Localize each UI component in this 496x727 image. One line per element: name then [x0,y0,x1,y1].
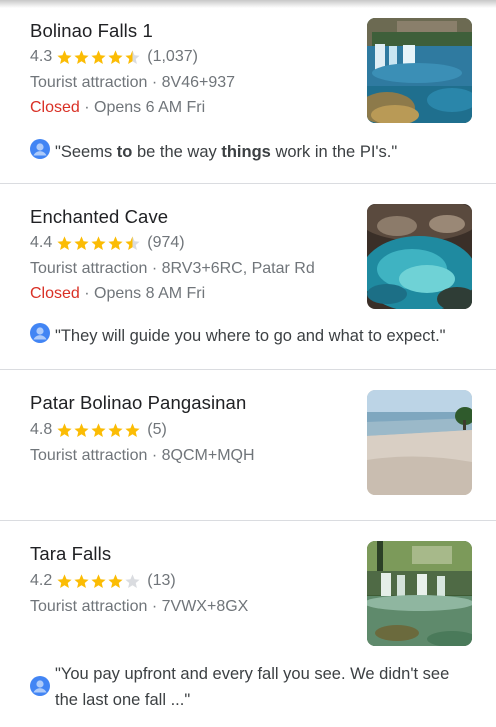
review-count[interactable]: (974) [147,234,184,252]
plus-code: 8QCM+MQH [161,447,255,464]
star-icon [74,235,89,250]
place-name[interactable]: Enchanted Cave [30,206,168,228]
star-icon [108,49,123,64]
review-text-part: work in the PI's." [270,143,398,161]
review-text: "Seems to be the way things work in the … [55,139,397,165]
hours: Closed · Opens 8 AM Fri [30,285,205,303]
star-icon [57,235,72,250]
star-icon [91,422,106,437]
plus-code: 7VWX+8GX [161,598,249,615]
review-text-part: "Seems [55,143,117,161]
avatar-icon [30,676,50,696]
rating-value: 4.8 [30,421,53,438]
review-snippet[interactable]: "You pay upfront and every fall you see.… [30,661,480,713]
review-count[interactable]: (1,037) [147,48,198,66]
place-name[interactable]: Patar Bolinao Pangasinan [30,392,246,414]
review-text: "You pay upfront and every fall you see.… [55,665,450,709]
star-icon [57,49,72,64]
review-count[interactable]: (5) [147,421,167,439]
status-closed: Closed [30,285,80,302]
rating-row: 4.2 (13) [30,572,176,590]
rating-row: 4.8 (5) [30,421,167,439]
place-card-patar-bolinao[interactable]: Patar Bolinao Pangasinan 4.8 (5) Tourist… [0,370,496,521]
place-card-tara-falls[interactable]: Tara Falls 4.2 (13) Tourist attraction ·… [0,521,496,727]
rating-value: 4.4 [30,234,53,251]
beach-photo[interactable] [367,390,472,495]
star-rating [56,49,141,66]
star-rating [56,235,141,252]
rating-row: 4.3 (1,037) [30,48,198,66]
star-icon [74,422,89,437]
star-icon [91,573,106,588]
plus-code: 8RV3+6RC, Patar Rd [161,260,315,277]
review-text-part: be the way [132,143,222,161]
review-highlight: to [116,143,133,161]
star-icon [125,422,140,437]
cave-pool-photo[interactable] [367,204,472,309]
place-name[interactable]: Tara Falls [30,543,111,565]
star-icon [57,422,72,437]
star-icon [74,49,89,64]
place-card-enchanted-cave[interactable]: Enchanted Cave 4.4 (974) Tourist attract… [0,184,496,370]
star-icon [57,573,72,588]
star-icon [125,573,140,588]
separator: · [151,260,158,277]
star-icon [74,573,89,588]
opens-time: · Opens 8 AM Fri [84,285,206,302]
place-details: Tourist attraction · 8V46+937 [30,74,235,92]
category: Tourist attraction [30,598,148,615]
star-icon [91,235,106,250]
category: Tourist attraction [30,74,148,91]
review-highlight: things [221,143,271,161]
place-details: Tourist attraction · 8RV3+6RC, Patar Rd [30,260,315,278]
separator: · [151,74,158,91]
star-icon [108,235,123,250]
place-details: Tourist attraction · 7VWX+8GX [30,598,248,616]
category: Tourist attraction [30,260,148,277]
rating-value: 4.2 [30,572,53,589]
star-icon [108,422,123,437]
rating-value: 4.3 [30,48,53,65]
opens-time: · Opens 6 AM Fri [84,99,206,116]
star-icon [108,573,123,588]
avatar-icon [30,139,50,159]
review-snippet[interactable]: "Seems to be the way things work in the … [30,139,480,165]
star-icon [125,49,140,64]
place-details: Tourist attraction · 8QCM+MQH [30,447,255,465]
star-icon [125,235,140,250]
plus-code: 8V46+937 [161,74,236,91]
review-text: "They will guide you where to go and wha… [55,327,446,345]
rating-row: 4.4 (974) [30,234,185,252]
waterfall-photo[interactable] [367,18,472,123]
star-rating [56,573,141,590]
separator: · [151,598,158,615]
falls-photo[interactable] [367,541,472,646]
star-icon [91,49,106,64]
review-snippet[interactable]: "They will guide you where to go and wha… [30,323,480,349]
review-count[interactable]: (13) [147,572,175,590]
category: Tourist attraction [30,447,148,464]
separator: · [151,447,158,464]
star-rating [56,422,141,439]
status-closed: Closed [30,99,80,116]
avatar-icon [30,323,50,343]
place-card-bolinao-falls-1[interactable]: Bolinao Falls 1 4.3 (1,037) Tourist attr… [0,0,496,184]
place-name[interactable]: Bolinao Falls 1 [30,20,153,42]
hours: Closed · Opens 6 AM Fri [30,99,205,117]
